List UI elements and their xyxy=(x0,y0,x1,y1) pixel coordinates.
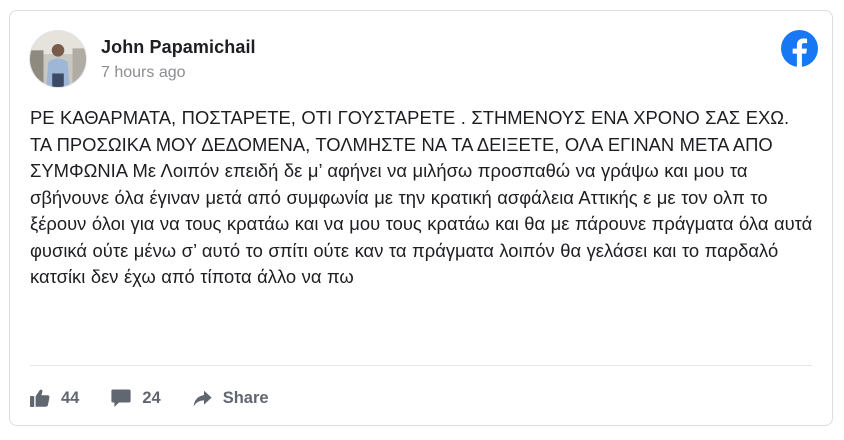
facebook-logo-icon[interactable] xyxy=(781,30,818,67)
avatar[interactable] xyxy=(29,30,87,88)
comment-button[interactable]: 24 xyxy=(111,388,161,408)
profile-photo-icon xyxy=(30,31,86,87)
post-body-text: ΡΕ ΚΑΘΑΡΜΑΤΑ, ΠΟΣΤΑΡΕΤΕ, ΟΤΙ ΓΟΥΣΤΑΡΕΤΕ … xyxy=(30,107,813,287)
share-arrow-icon xyxy=(193,390,212,406)
speech-bubble-icon xyxy=(111,389,131,407)
share-button[interactable]: Share xyxy=(193,389,269,408)
comments-count: 24 xyxy=(142,388,161,407)
post-timestamp[interactable]: 7 hours ago xyxy=(101,64,186,82)
likes-count: 44 xyxy=(61,388,80,407)
thumbs-up-icon xyxy=(30,389,50,407)
post-actions-bar: 44 24 Share xyxy=(30,383,269,413)
actions-divider xyxy=(30,365,812,366)
like-button[interactable]: 44 xyxy=(30,389,79,408)
author-name[interactable]: John Papamichail xyxy=(101,37,256,58)
post-card: John Papamichail 7 hours ago ΡΕ ΚΑΘΑΡΜΑΤ… xyxy=(9,10,833,426)
share-label: Share xyxy=(222,388,269,407)
